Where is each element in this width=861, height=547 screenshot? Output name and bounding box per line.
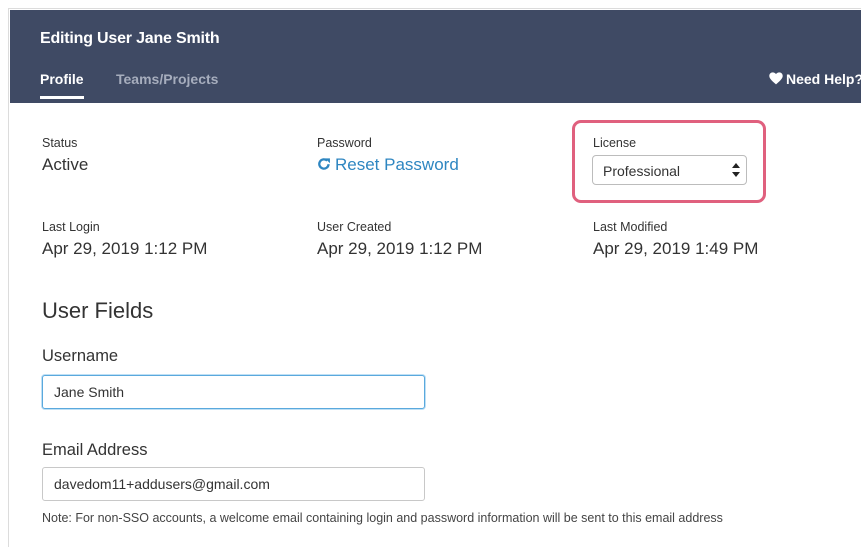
license-selected-value: Professional bbox=[603, 163, 681, 179]
license-label: License bbox=[593, 136, 637, 150]
email-label: Email Address bbox=[42, 441, 148, 459]
user-created-value: Apr 29, 2019 1:12 PM bbox=[317, 239, 483, 258]
user-fields-heading: User Fields bbox=[42, 298, 154, 323]
last-login-value: Apr 29, 2019 1:12 PM bbox=[42, 239, 208, 258]
username-input[interactable]: Jane Smith bbox=[42, 375, 425, 409]
last-login-label: Last Login bbox=[42, 220, 100, 234]
page-title: Editing User Jane Smith bbox=[40, 30, 220, 47]
need-help-label: Need Help? bbox=[785, 71, 861, 87]
username-label: Username bbox=[42, 347, 119, 365]
email-input-value: davedom11+addusers@gmail.com bbox=[54, 476, 270, 492]
status-label: Status bbox=[42, 136, 78, 150]
select-arrows-icon bbox=[732, 163, 740, 177]
email-input[interactable]: davedom11+addusers@gmail.com bbox=[42, 467, 425, 501]
heart-icon bbox=[769, 72, 783, 85]
welcome-email-note: Note: For non-SSO accounts, a welcome em… bbox=[42, 511, 723, 525]
tab-profile[interactable]: Profile bbox=[40, 71, 84, 99]
need-help-link[interactable]: Need Help? bbox=[769, 71, 861, 87]
username-input-value: Jane Smith bbox=[54, 384, 125, 400]
reset-password-label: Reset Password bbox=[335, 155, 459, 174]
reset-password-link[interactable]: Reset Password bbox=[317, 155, 459, 175]
last-modified-label: Last Modified bbox=[593, 220, 668, 234]
edit-user-header: Editing User Jane Smith Profile Teams/Pr… bbox=[10, 10, 861, 103]
password-label: Password bbox=[317, 136, 372, 150]
status-value: Active bbox=[42, 155, 89, 174]
license-select[interactable]: Professional bbox=[592, 155, 747, 185]
user-created-label: User Created bbox=[317, 220, 392, 234]
reload-icon bbox=[318, 158, 330, 170]
tab-teams-projects[interactable]: Teams/Projects bbox=[116, 71, 218, 87]
last-modified-value: Apr 29, 2019 1:49 PM bbox=[593, 239, 759, 258]
